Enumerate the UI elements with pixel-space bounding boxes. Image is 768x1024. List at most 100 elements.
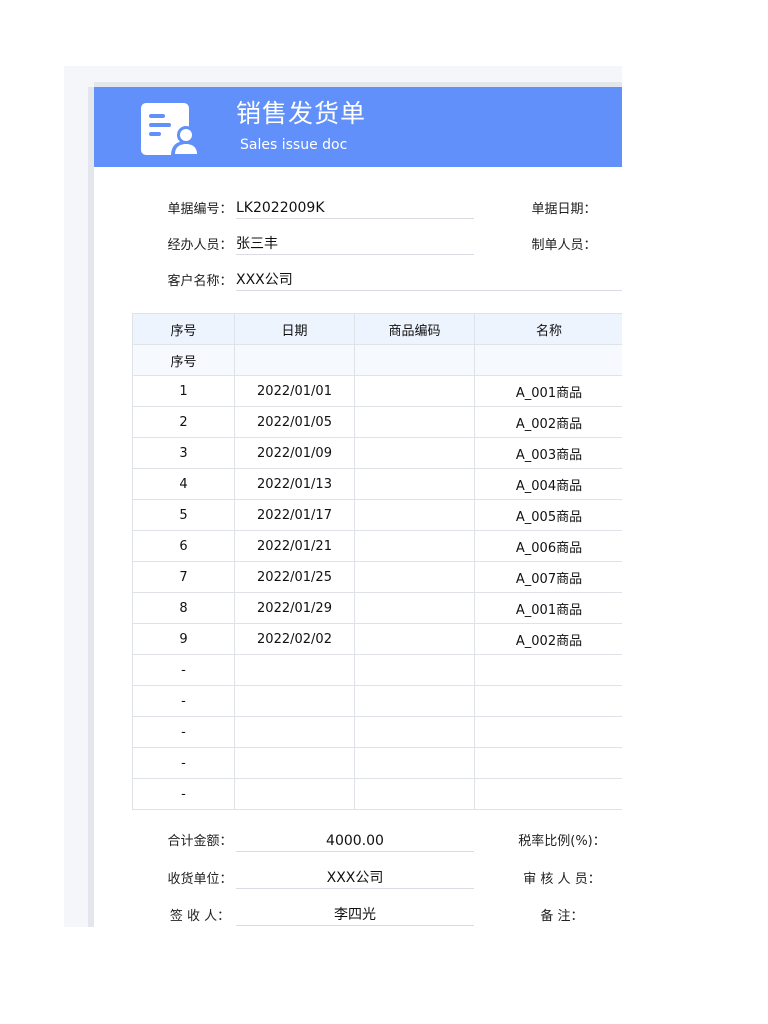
row-index-cell[interactable]: 6	[132, 530, 235, 562]
row-name-cell[interactable]: A_006商品	[474, 530, 622, 562]
row-name-cell[interactable]: A_001商品	[474, 375, 622, 407]
row-name-cell[interactable]	[474, 778, 622, 810]
receiving-unit-label: 收货单位：	[167, 872, 233, 887]
row-name-cell[interactable]	[474, 654, 622, 686]
subheader-cell	[474, 344, 622, 376]
row-code-cell[interactable]	[354, 406, 475, 438]
table-row: -	[132, 654, 622, 686]
table-header-row: 序号 日期 商品编码 名称	[132, 313, 622, 345]
row-date-cell[interactable]	[234, 685, 355, 717]
row-code-cell[interactable]	[354, 716, 475, 748]
customer-field[interactable]: XXX公司	[236, 271, 622, 291]
document-subtitle: Sales issue doc	[240, 137, 348, 153]
table-row: 8 2022/01/29 A_001商品	[132, 592, 622, 624]
tax-rate-label: 税率比例(%)：	[518, 834, 606, 849]
row-code-cell[interactable]	[354, 468, 475, 500]
row-date-cell[interactable]	[234, 747, 355, 779]
table-row: 7 2022/01/25 A_007商品	[132, 561, 622, 593]
row-name-cell[interactable]: A_003商品	[474, 437, 622, 469]
handler-field[interactable]: 张三丰	[236, 235, 474, 255]
row-name-cell[interactable]: A_002商品	[474, 623, 622, 655]
row-code-cell[interactable]	[354, 747, 475, 779]
row-code-cell[interactable]	[354, 654, 475, 686]
reviewer-label: 审 核 人 员：	[523, 872, 601, 887]
table-row: 4 2022/01/13 A_004商品	[132, 468, 622, 500]
row-code-cell[interactable]	[354, 685, 475, 717]
row-name-cell[interactable]: A_007商品	[474, 561, 622, 593]
row-date-cell[interactable]: 2022/01/09	[234, 437, 355, 469]
row-index-cell[interactable]: 3	[132, 437, 235, 469]
subheader-cell	[234, 344, 355, 376]
total-amount-field[interactable]: 4000.00	[236, 832, 474, 852]
row-index-cell[interactable]: -	[132, 716, 235, 748]
row-date-cell[interactable]: 2022/01/29	[234, 592, 355, 624]
row-code-cell[interactable]	[354, 499, 475, 531]
row-date-cell[interactable]	[234, 778, 355, 810]
row-date-cell[interactable]	[234, 716, 355, 748]
column-header: 日期	[234, 313, 355, 345]
row-name-cell[interactable]: A_004商品	[474, 468, 622, 500]
column-header: 商品编码	[354, 313, 475, 345]
creator-label: 制单人员：	[531, 238, 597, 253]
row-code-cell[interactable]	[354, 623, 475, 655]
row-name-cell[interactable]: A_001商品	[474, 592, 622, 624]
table-row: 2 2022/01/05 A_002商品	[132, 406, 622, 438]
items-table: 序号 日期 商品编码 名称 序号 1 2022/01/01 A_001商品 2 2022…	[132, 313, 622, 810]
total-amount-label: 合计金额：	[167, 834, 233, 849]
table-row: 1 2022/01/01 A_001商品	[132, 375, 622, 407]
row-code-cell[interactable]	[354, 778, 475, 810]
row-name-cell[interactable]	[474, 747, 622, 779]
table-row: 9 2022/02/02 A_002商品	[132, 623, 622, 655]
row-code-cell[interactable]	[354, 530, 475, 562]
row-name-cell[interactable]	[474, 716, 622, 748]
row-index-cell[interactable]: 2	[132, 406, 235, 438]
row-date-cell[interactable]: 2022/01/25	[234, 561, 355, 593]
customer-label: 客户名称：	[167, 274, 233, 289]
receiving-unit-field[interactable]: XXX公司	[236, 869, 474, 889]
row-index-cell[interactable]: 5	[132, 499, 235, 531]
table-row: -	[132, 778, 622, 810]
table-row: -	[132, 685, 622, 717]
table-row: 5 2022/01/17 A_005商品	[132, 499, 622, 531]
signer-field[interactable]: 李四光	[236, 906, 474, 926]
row-index-cell[interactable]: -	[132, 747, 235, 779]
table-row: -	[132, 747, 622, 779]
row-index-cell[interactable]: 9	[132, 623, 235, 655]
row-index-cell[interactable]: -	[132, 778, 235, 810]
row-name-cell[interactable]	[474, 685, 622, 717]
row-index-cell[interactable]: -	[132, 685, 235, 717]
column-header: 序号	[132, 313, 235, 345]
row-date-cell[interactable]	[234, 654, 355, 686]
row-code-cell[interactable]	[354, 437, 475, 469]
row-code-cell[interactable]	[354, 375, 475, 407]
row-index-cell[interactable]: 7	[132, 561, 235, 593]
header-banner: 销售发货单 Sales issue doc	[94, 87, 622, 167]
row-date-cell[interactable]: 2022/01/13	[234, 468, 355, 500]
remarks-label: 备 注：	[540, 909, 584, 924]
row-date-cell[interactable]: 2022/01/01	[234, 375, 355, 407]
document-user-icon	[141, 103, 201, 156]
row-index-cell[interactable]: 4	[132, 468, 235, 500]
column-header: 名称	[474, 313, 622, 345]
row-date-cell[interactable]: 2022/02/02	[234, 623, 355, 655]
order-number-field[interactable]: LK2022009K	[236, 199, 474, 219]
row-index-cell[interactable]: 1	[132, 375, 235, 407]
row-code-cell[interactable]	[354, 592, 475, 624]
row-name-cell[interactable]: A_002商品	[474, 406, 622, 438]
handler-label: 经办人员：	[167, 238, 233, 253]
subheader-cell: 序号	[132, 344, 235, 376]
row-date-cell[interactable]: 2022/01/21	[234, 530, 355, 562]
row-index-cell[interactable]: -	[132, 654, 235, 686]
table-row: 3 2022/01/09 A_003商品	[132, 437, 622, 469]
row-code-cell[interactable]	[354, 561, 475, 593]
table-row: -	[132, 716, 622, 748]
row-index-cell[interactable]: 8	[132, 592, 235, 624]
order-number-label: 单据编号：	[167, 202, 233, 217]
row-date-cell[interactable]: 2022/01/05	[234, 406, 355, 438]
subheader-cell	[354, 344, 475, 376]
row-name-cell[interactable]: A_005商品	[474, 499, 622, 531]
document-page: 销售发货单 Sales issue doc 单据编号： LK2022009K 单…	[94, 87, 622, 927]
row-date-cell[interactable]: 2022/01/17	[234, 499, 355, 531]
table-row: 6 2022/01/21 A_006商品	[132, 530, 622, 562]
order-date-label: 单据日期：	[531, 202, 597, 217]
